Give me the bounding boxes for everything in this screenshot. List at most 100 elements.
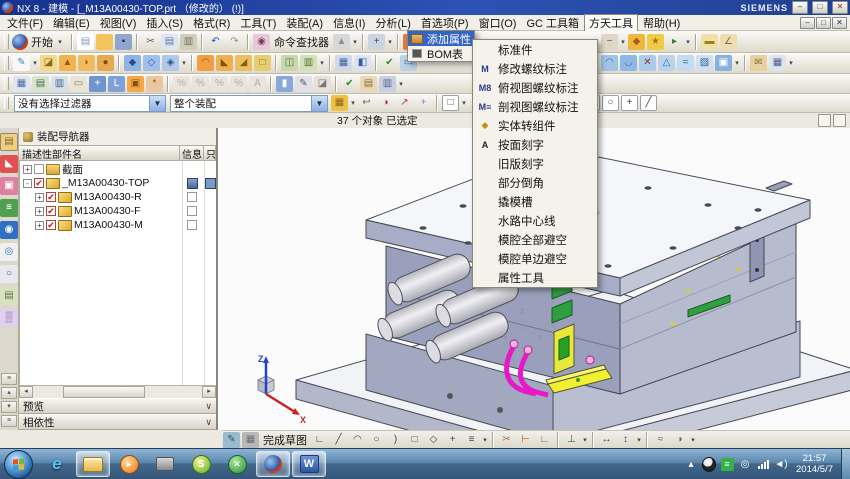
dropdown-arrow-icon[interactable]: ▾ <box>386 38 394 46</box>
constraint-navigator-icon[interactable]: ◣ <box>0 155 18 173</box>
dependencies-section-bar[interactable]: 相依性 ∨ <box>19 414 216 430</box>
menu-item-bom-table[interactable]: BOM表 <box>408 46 474 61</box>
menu-item-standard-parts[interactable]: 标准件 <box>473 40 597 59</box>
paste-icon[interactable]: ▥ <box>180 34 197 50</box>
dropdown-arrow-icon[interactable]: ▾ <box>481 436 489 444</box>
assembly-navigator-icon[interactable]: ▤ <box>0 133 18 151</box>
checkbox-unchecked[interactable] <box>34 164 44 174</box>
circle-icon[interactable]: ○ <box>368 432 385 448</box>
trim-body-icon[interactable]: ◫ <box>281 55 298 71</box>
system-materials-icon[interactable]: ▤ <box>0 287 18 305</box>
dock-icon[interactable] <box>833 114 846 127</box>
menu-help[interactable]: 帮助(H) <box>638 14 685 32</box>
menu-item-section-view-thread-note[interactable]: M≡剖视图螺纹标注 <box>473 97 597 116</box>
make-corner-icon[interactable]: ∟ <box>536 432 553 448</box>
device-taskbar-icon[interactable] <box>148 451 182 477</box>
dropdown-arrow-icon[interactable]: ▾ <box>581 436 589 444</box>
hd3d-tools-icon[interactable]: ◎ <box>0 243 18 261</box>
pattern-feature-icon[interactable]: ▦ <box>335 55 352 71</box>
section-thread-note-icon[interactable]: % <box>211 76 228 92</box>
menu-gc-toolbox[interactable]: GC 工具箱 <box>521 14 584 32</box>
tray-clock[interactable]: 21:57 2014/5/7 <box>796 453 833 475</box>
close-button[interactable]: ✕ <box>832 1 848 14</box>
open-folder-icon[interactable] <box>96 34 113 50</box>
dropdown-arrow-icon[interactable]: ▾ <box>351 38 359 46</box>
split-body-icon[interactable]: ▥ <box>300 55 317 71</box>
library-icon[interactable]: ▥ <box>51 76 68 92</box>
menu-item-modify-thread-note[interactable]: M修改螺纹标注 <box>473 59 597 78</box>
dropdown-arrow-icon[interactable]: ▾ <box>180 59 188 67</box>
point-icon[interactable]: + <box>444 432 461 448</box>
selection-scope-combo[interactable]: 整个装配 ▼ <box>170 95 328 112</box>
part-navigator-icon[interactable]: ▣ <box>0 177 18 195</box>
menu-analysis[interactable]: 分析(L) <box>370 14 415 32</box>
volume-icon[interactable]: ◄) <box>774 457 788 471</box>
revolve-icon[interactable]: ◗ <box>78 55 95 71</box>
snap-quadrant-icon[interactable]: ○ <box>602 95 619 111</box>
mdi-close-button[interactable]: ✕ <box>832 17 847 29</box>
preview-section-bar[interactable]: 预览 ∨ <box>19 398 216 414</box>
wave-geometry-icon[interactable]: ◠ <box>601 55 618 71</box>
intersect-icon[interactable]: ◈ <box>162 55 179 71</box>
auto-dimension-icon[interactable]: ↕ <box>617 432 634 448</box>
dropdown-arrow-icon[interactable]: ▾ <box>31 59 39 67</box>
verify-icon[interactable]: ✔ <box>381 55 398 71</box>
check-mate-icon[interactable]: ✔ <box>341 76 358 92</box>
network-icon[interactable] <box>756 457 770 471</box>
menu-file[interactable]: 文件(F) <box>2 14 48 32</box>
empty-checkbox[interactable] <box>187 206 197 216</box>
netdisk-icon[interactable]: ≡ <box>720 457 734 471</box>
copy-icon[interactable]: ▤ <box>161 34 178 50</box>
show-desktop-button[interactable] <box>841 449 850 479</box>
scroll-left-icon[interactable]: ◂ <box>19 386 33 398</box>
chamfer-icon[interactable]: ◣ <box>216 55 233 71</box>
dropdown-arrow-icon[interactable]: ▾ <box>689 436 697 444</box>
scroll-down-icon[interactable]: ▾ <box>1 401 17 413</box>
orange-box-icon[interactable]: ▣ <box>127 76 144 92</box>
checkbox-checked[interactable] <box>46 192 56 202</box>
engrave-icon[interactable]: A <box>249 76 266 92</box>
expander-icon[interactable]: + <box>35 207 44 216</box>
expander-icon[interactable]: + <box>35 221 44 230</box>
menu-item-top-view-thread-note[interactable]: M8俯视图螺纹标注 <box>473 78 597 97</box>
restore-button[interactable]: □ <box>812 1 828 14</box>
menu-item-add-attribute[interactable]: 添加属性 <box>408 31 474 46</box>
cue-tip-icon[interactable] <box>818 114 831 127</box>
command-finder-icon[interactable]: ◉ <box>253 34 270 50</box>
horizontal-scrollbar[interactable]: ◂ ▸ <box>19 385 216 398</box>
arc-icon[interactable]: ◠ <box>349 432 366 448</box>
node-label[interactable]: M13A00430-M <box>74 219 179 231</box>
top-thread-note-icon[interactable]: % <box>192 76 209 92</box>
unite-icon[interactable]: ◆ <box>124 55 141 71</box>
command-finder-label[interactable]: 命令查找器 <box>274 34 329 50</box>
sew-icon[interactable]: ≈ <box>677 55 694 71</box>
thread-note-icon[interactable]: % <box>230 76 247 92</box>
dropdown-arrow-icon[interactable]: ▾ <box>787 59 795 67</box>
wave-pmi-icon[interactable]: ◡ <box>620 55 637 71</box>
empty-checkbox[interactable] <box>187 192 197 202</box>
new-file-icon[interactable]: ▤ <box>77 34 94 50</box>
rectangle-icon[interactable]: □ <box>406 432 423 448</box>
spline-tools-icon[interactable]: ~ <box>601 34 618 50</box>
menu-window[interactable]: 窗口(O) <box>474 14 522 32</box>
dropdown-arrow-icon[interactable]: ▾ <box>349 99 357 107</box>
node-label[interactable]: 截面 <box>62 162 179 177</box>
menu-item-solid-to-component[interactable]: ◆实体转组件 <box>473 116 597 135</box>
explorer-taskbar-icon[interactable] <box>76 451 110 477</box>
node-label[interactable]: M13A00430-R <box>74 191 179 203</box>
navigator-pin-icon[interactable] <box>23 132 33 142</box>
eraser-icon[interactable]: ◪ <box>314 76 331 92</box>
node-label[interactable]: M13A00430-F <box>74 205 179 217</box>
assistant-icon[interactable]: ▲ <box>333 34 350 50</box>
datum-plane-icon[interactable]: ◪ <box>40 55 57 71</box>
rectangle-select-icon[interactable]: □ <box>442 95 459 111</box>
extrude-icon[interactable]: ▲ <box>59 55 76 71</box>
clipboard-icon[interactable]: ▤ <box>360 76 377 92</box>
scroll-up-icon[interactable]: ▴ <box>1 387 17 399</box>
constraints-icon[interactable]: ⊥ <box>563 432 580 448</box>
menu-format[interactable]: 格式(R) <box>188 14 235 32</box>
menu-item-engrave-on-face[interactable]: A按面刻字 <box>473 135 597 154</box>
ime-icon[interactable]: ◎ <box>738 457 752 471</box>
chevron-down-icon[interactable]: ▼ <box>149 96 165 111</box>
predator-compass-icon[interactable]: ◑ <box>377 95 394 111</box>
